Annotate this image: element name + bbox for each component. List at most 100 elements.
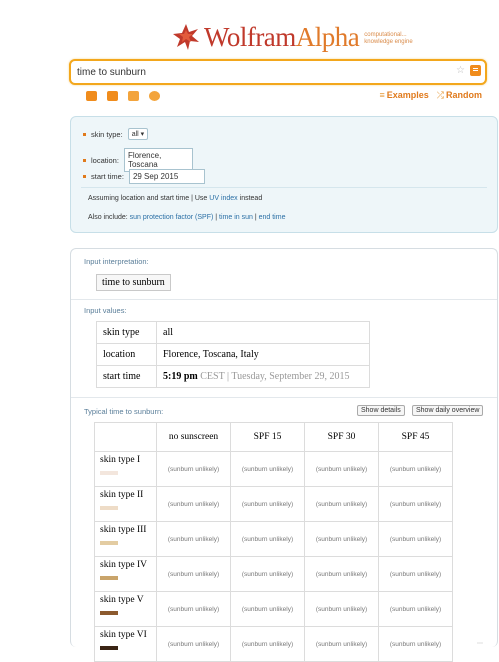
table-cell: (sunburn unlikely) bbox=[378, 486, 453, 522]
pod-divider bbox=[71, 397, 497, 398]
spf-link[interactable]: sun protection factor (SPF) bbox=[130, 214, 214, 221]
table-cell: (sunburn unlikely) bbox=[378, 451, 453, 487]
table-row: location Florence, Toscana, Italy bbox=[96, 343, 370, 366]
skin-color-swatch bbox=[100, 471, 118, 475]
spikey-logo-icon bbox=[173, 24, 199, 50]
image-input-icon[interactable] bbox=[107, 91, 118, 101]
logo-tagline: computational... knowledge engine bbox=[364, 32, 413, 45]
skin-type-value: all bbox=[156, 321, 370, 344]
skin-color-swatch bbox=[100, 576, 118, 580]
table-cell: (sunburn unlikely) bbox=[230, 626, 305, 662]
input-interpretation-value: time to sunburn bbox=[96, 274, 171, 291]
sunburn-time-title: Typical time to sunburn: bbox=[84, 407, 164, 416]
show-details-button[interactable]: Show details bbox=[357, 405, 405, 416]
table-cell: (sunburn unlikely) bbox=[304, 486, 379, 522]
skin-type-key: skin type bbox=[96, 321, 157, 344]
sunburn-table: no sunscreen SPF 15 SPF 30 SPF 45 skin t… bbox=[94, 422, 453, 662]
table-cell: (sunburn unlikely) bbox=[156, 556, 231, 592]
uv-index-link[interactable]: UV index bbox=[209, 195, 237, 202]
table-header-row: no sunscreen SPF 15 SPF 30 SPF 45 bbox=[94, 422, 453, 452]
data-input-icon[interactable] bbox=[149, 91, 160, 101]
start-time-row: start time: 29 Sep 2015 bbox=[83, 169, 205, 184]
row-label: skin type III bbox=[94, 521, 157, 557]
skin-type-row: skin type: all ▾ bbox=[83, 128, 149, 140]
examples-link[interactable]: ≡ Examples bbox=[380, 90, 429, 101]
column-header: SPF 30 bbox=[304, 422, 379, 452]
file-upload-icon[interactable] bbox=[128, 91, 139, 101]
table-row: skin type IV (sunburn unlikely) (sunburn u… bbox=[94, 556, 453, 592]
assumption-note: Assuming location and start time | Use U… bbox=[88, 195, 263, 202]
time-in-sun-link[interactable]: time in sun bbox=[219, 214, 253, 221]
table-cell: (sunburn unlikely) bbox=[230, 486, 305, 522]
column-header: no sunscreen bbox=[156, 422, 231, 452]
start-time-label: start time: bbox=[91, 172, 124, 181]
assumptions-panel: skin type: all ▾ location: Florence, Tos… bbox=[70, 116, 498, 233]
skin-type-label: skin type: bbox=[91, 129, 123, 139]
skin-color-swatch bbox=[100, 611, 118, 615]
table-cell: (sunburn unlikely) bbox=[378, 521, 453, 557]
top-links: ≡ Examples ⤮ Random bbox=[380, 90, 483, 101]
search-input[interactable] bbox=[77, 64, 447, 80]
table-cell: (sunburn unlikely) bbox=[156, 626, 231, 662]
table-row: skin type all bbox=[96, 321, 370, 344]
column-header: SPF 15 bbox=[230, 422, 305, 452]
bullet-icon bbox=[83, 175, 86, 178]
list-icon: ≡ bbox=[379, 90, 385, 100]
column-header: SPF 45 bbox=[378, 422, 453, 452]
row-label: skin type I bbox=[94, 451, 157, 487]
location-value: Florence, Toscana, Italy bbox=[156, 343, 370, 366]
input-values-title: Input values: bbox=[84, 306, 127, 315]
start-time-key: start time bbox=[96, 365, 157, 388]
table-cell: (sunburn unlikely) bbox=[156, 591, 231, 627]
row-label: skin type V bbox=[94, 591, 157, 627]
table-cell: (sunburn unlikely) bbox=[304, 451, 379, 487]
table-cell: (sunburn unlikely) bbox=[378, 626, 453, 662]
results-panel: Input interpretation: time to sunburn In… bbox=[70, 248, 498, 662]
input-mode-icons bbox=[86, 91, 160, 101]
table-cell: (sunburn unlikely) bbox=[304, 556, 379, 592]
pod-divider bbox=[71, 299, 497, 300]
table-cell: (sunburn unlikely) bbox=[304, 591, 379, 627]
logo-word-alpha: Alpha bbox=[295, 22, 360, 52]
row-label: skin type VI bbox=[94, 626, 157, 662]
location-key: location bbox=[96, 343, 157, 366]
shuffle-icon: ⤮ bbox=[436, 90, 444, 100]
table-row: start time 5:19 pm CEST | Tuesday, Septe… bbox=[96, 365, 370, 388]
logo-word-wolfram: Wolfram bbox=[204, 22, 296, 52]
start-time-value: 5:19 pm CEST | Tuesday, September 29, 20… bbox=[156, 365, 370, 388]
row-label: skin type II bbox=[94, 486, 157, 522]
table-cell: (sunburn unlikely) bbox=[156, 521, 231, 557]
divider bbox=[81, 187, 487, 188]
table-row: skin type III (sunburn unlikely) (sunburn … bbox=[94, 521, 453, 557]
table-row: skin type VI (sunburn unlikely) (sunburn u… bbox=[94, 626, 453, 662]
table-cell: (sunburn unlikely) bbox=[304, 626, 379, 662]
skin-color-swatch bbox=[100, 646, 118, 650]
search-box: ☆ bbox=[69, 59, 487, 85]
table-cell: (sunburn unlikely) bbox=[230, 591, 305, 627]
table-cell: (sunburn unlikely) bbox=[230, 451, 305, 487]
table-corner bbox=[94, 422, 157, 452]
input-values-table: skin type all location Florence, Toscana… bbox=[96, 321, 370, 388]
table-cell: (sunburn unlikely) bbox=[304, 521, 379, 557]
table-cell: (sunburn unlikely) bbox=[378, 556, 453, 592]
wolfram-alpha-logo[interactable]: Wolfram Alpha computational... knowledge … bbox=[172, 22, 424, 52]
table-cell: (sunburn unlikely) bbox=[156, 486, 231, 522]
skin-color-swatch bbox=[100, 506, 118, 510]
input-interpretation-title: Input interpretation: bbox=[84, 257, 149, 266]
star-icon[interactable]: ☆ bbox=[456, 65, 465, 76]
also-include-note: Also include: sun protection factor (SPF… bbox=[88, 214, 286, 221]
random-link[interactable]: ⤮ Random bbox=[437, 90, 482, 101]
skin-type-select[interactable]: all ▾ bbox=[127, 128, 149, 140]
table-cell: (sunburn unlikely) bbox=[378, 591, 453, 627]
table-row: skin type II (sunburn unlikely) (sunburn u… bbox=[94, 486, 453, 522]
keyboard-icon[interactable] bbox=[86, 91, 97, 101]
start-time-field[interactable]: 29 Sep 2015 bbox=[128, 169, 205, 184]
table-cell: (sunburn unlikely) bbox=[230, 521, 305, 557]
bullet-icon bbox=[83, 158, 86, 162]
equals-icon[interactable] bbox=[470, 65, 481, 76]
show-daily-overview-button[interactable]: Show daily overview bbox=[412, 405, 484, 416]
end-time-link[interactable]: end time bbox=[259, 214, 286, 221]
table-cell: (sunburn unlikely) bbox=[156, 451, 231, 487]
table-cell: (sunburn unlikely) bbox=[230, 556, 305, 592]
location-label: location: bbox=[91, 155, 119, 165]
